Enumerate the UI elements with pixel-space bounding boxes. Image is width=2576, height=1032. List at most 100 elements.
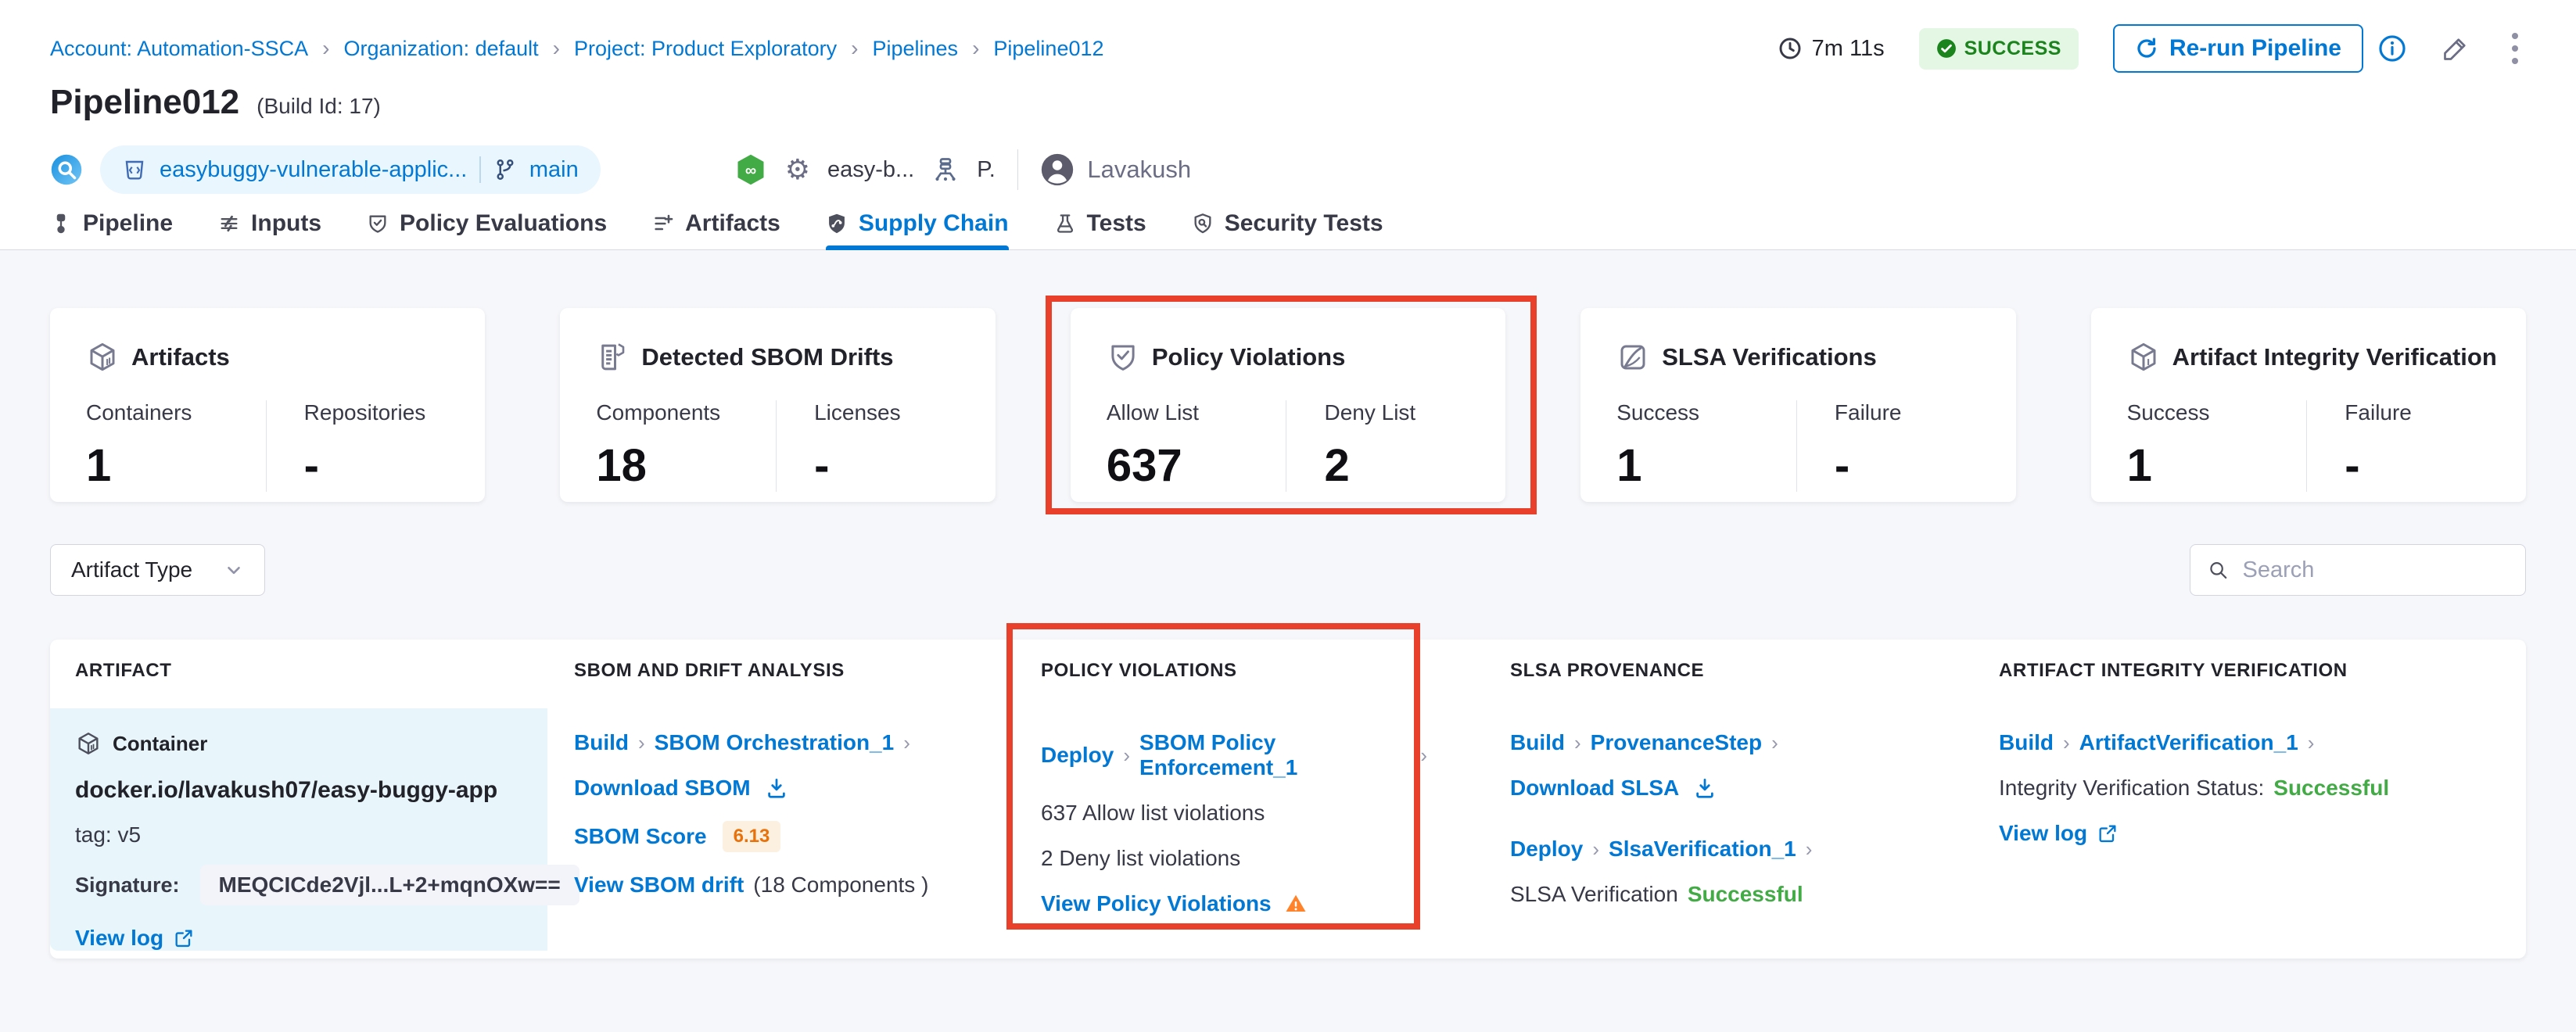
breadcrumb-pipelines[interactable]: Pipelines xyxy=(872,37,958,61)
inputs-icon xyxy=(218,213,240,235)
view-sbom-drift-link[interactable]: View SBOM drift xyxy=(574,873,744,898)
cube-check-icon xyxy=(2127,341,2160,374)
stage-link[interactable]: Deploy xyxy=(1510,837,1583,862)
shield-check-icon xyxy=(1107,341,1139,374)
download-sbom-link[interactable]: Download SBOM xyxy=(574,776,751,801)
repo-branch-pill[interactable]: easybuggy-vulnerable-applic... main xyxy=(100,145,601,194)
stage-link[interactable]: Deploy xyxy=(1041,743,1114,768)
tab-label: Inputs xyxy=(251,210,321,237)
integrity-status-line: Integrity Verification Status: Successfu… xyxy=(1999,776,2526,801)
rerun-pipeline-label: Re-run Pipeline xyxy=(2169,35,2341,62)
step-link[interactable]: SBOM Orchestration_1 xyxy=(655,730,895,755)
sbom-score-link[interactable]: SBOM Score xyxy=(574,824,707,849)
metric-value: 637 xyxy=(1107,439,1271,492)
filter-row: Artifact Type xyxy=(50,544,2526,596)
tab-label: Pipeline xyxy=(83,210,173,237)
duration-text: 7m 11s xyxy=(1812,36,1885,62)
metric-label: Licenses xyxy=(814,400,980,425)
view-policy-violations-link[interactable]: View Policy Violations xyxy=(1041,891,1272,916)
metric-label: Success xyxy=(1616,400,1781,425)
view-log-line: View log xyxy=(1999,821,2526,846)
integrity-status-label: Integrity Verification Status: xyxy=(1999,776,2264,801)
artifact-cell: Container docker.io/lavakush07/easy-bugg… xyxy=(50,708,547,951)
table-header-row: ARTIFACT SBOM AND DRIFT ANALYSIS POLICY … xyxy=(50,640,2526,682)
step-link[interactable]: SBOM Policy Enforcement_1 xyxy=(1139,730,1411,780)
metric-value: - xyxy=(814,439,980,492)
integrity-step-breadcrumb: Build › ArtifactVerification_1 › xyxy=(1999,730,2526,755)
flask-icon xyxy=(1054,213,1076,235)
step-link[interactable]: ProvenanceStep xyxy=(1591,730,1762,755)
supply-chain-shield-icon xyxy=(826,213,848,235)
stage-link[interactable]: Build xyxy=(574,730,629,755)
sbom-score-line: SBOM Score 6.13 xyxy=(574,821,1013,852)
breadcrumb: Account: Automation-SSCA › Organization:… xyxy=(50,36,1104,61)
slsa-cell: Build › ProvenanceStep › Download SLSA D… xyxy=(1427,708,1947,951)
breadcrumb-account[interactable]: Account: Automation-SSCA xyxy=(50,37,308,61)
view-policy-violations-line: View Policy Violations xyxy=(1041,891,1427,916)
tab-tests[interactable]: Tests xyxy=(1054,197,1146,249)
artifact-type-text: Container xyxy=(113,732,207,756)
metric-label: Allow List xyxy=(1107,400,1271,425)
repository-icon xyxy=(122,157,147,182)
execution-duration: 7m 11s xyxy=(1778,36,1885,62)
top-actions: 7m 11s SUCCESS Re-run Pipeline xyxy=(1778,24,2526,73)
external-link-icon xyxy=(2097,822,2119,844)
view-log-link[interactable]: View log xyxy=(1999,821,2087,846)
trigger-name[interactable]: easy-b... xyxy=(827,157,914,183)
edit-pencil-icon[interactable] xyxy=(2441,34,2470,63)
tab-artifacts[interactable]: Artifacts xyxy=(652,197,780,249)
step-link[interactable]: ArtifactVerification_1 xyxy=(2079,730,2298,755)
card-policy-violations: Policy Violations Allow List 637 Deny Lis… xyxy=(1071,308,1505,502)
artifact-image-name: docker.io/lavakush07/easy-buggy-app xyxy=(75,777,524,804)
chevron-right-icon: › xyxy=(638,731,645,755)
download-sbom-line: Download SBOM xyxy=(574,776,1013,801)
breadcrumb-project[interactable]: Project: Product Exploratory xyxy=(574,37,837,61)
build-id: (Build Id: 17) xyxy=(257,94,381,119)
metric-value: 2 xyxy=(1324,439,1490,492)
signature-row: Signature: MEQCICde2Vjl...L+2+mqnOXw== xyxy=(75,865,524,905)
search-input[interactable] xyxy=(2243,557,2508,583)
top-bar: Account: Automation-SSCA › Organization:… xyxy=(50,30,2526,67)
search-box xyxy=(2190,544,2526,596)
artifact-type-select[interactable]: Artifact Type xyxy=(50,544,265,596)
integrity-cell: Build › ArtifactVerification_1 › Integri… xyxy=(1947,708,2526,951)
repo-name[interactable]: easybuggy-vulnerable-applic... xyxy=(160,157,467,183)
stage-link[interactable]: Build xyxy=(1510,730,1565,755)
tab-pipeline[interactable]: Pipeline xyxy=(50,197,173,249)
tab-label: Policy Evaluations xyxy=(400,210,607,237)
download-slsa-link[interactable]: Download SLSA xyxy=(1510,776,1679,801)
tab-policy-evaluations[interactable]: Policy Evaluations xyxy=(367,197,607,249)
chevron-right-icon: › xyxy=(1123,744,1130,768)
artifact-type-chip: Container xyxy=(75,730,524,757)
card-title-text: Artifact Integrity Verification xyxy=(2172,343,2497,371)
stage-link[interactable]: Build xyxy=(1999,730,2054,755)
tab-security-tests[interactable]: Security Tests xyxy=(1192,197,1383,249)
branch-name[interactable]: main xyxy=(529,157,579,183)
search-icon xyxy=(2208,558,2229,582)
info-icon[interactable] xyxy=(2377,34,2407,63)
metric-label: Deny List xyxy=(1324,400,1490,425)
trigger-user[interactable]: P. xyxy=(977,157,996,183)
tab-label: Tests xyxy=(1087,210,1146,237)
view-log-link[interactable]: View log xyxy=(75,926,163,951)
status-text: SUCCESS xyxy=(1964,38,2061,60)
user-name: Lavakush xyxy=(1087,156,1191,184)
step-link[interactable]: SlsaVerification_1 xyxy=(1609,837,1796,862)
tab-bar: Pipeline Inputs Policy Evaluations Artif… xyxy=(0,197,2576,250)
check-circle-icon xyxy=(1936,38,1957,59)
artifact-list-icon xyxy=(652,213,674,235)
chevron-right-icon: › xyxy=(1420,744,1427,768)
more-options-menu-icon[interactable] xyxy=(2504,30,2526,67)
card-title-text: Policy Violations xyxy=(1152,343,1346,371)
sbom-drift-components: (18 Components ) xyxy=(753,873,928,898)
rerun-pipeline-button[interactable]: Re-run Pipeline xyxy=(2113,24,2363,73)
branch-icon xyxy=(493,158,517,181)
metric-label: Repositories xyxy=(304,400,470,425)
breadcrumb-pipeline012[interactable]: Pipeline012 xyxy=(993,37,1103,61)
tab-inputs[interactable]: Inputs xyxy=(218,197,321,249)
card-title-text: SLSA Verifications xyxy=(1662,343,1877,371)
gear-icon: ⚙ xyxy=(785,156,810,184)
breadcrumb-organization[interactable]: Organization: default xyxy=(344,37,539,61)
refresh-icon xyxy=(2135,37,2158,60)
tab-supply-chain[interactable]: Supply Chain xyxy=(826,197,1009,249)
